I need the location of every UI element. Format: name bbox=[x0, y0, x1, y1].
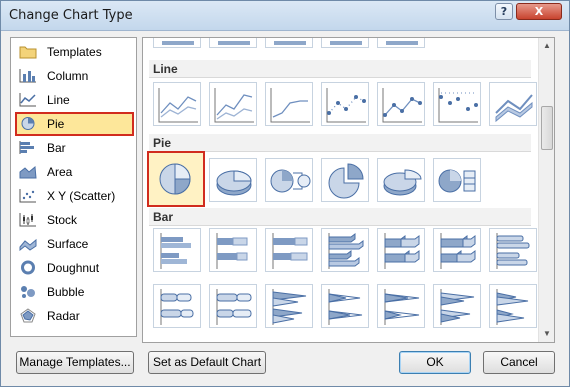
scroll-up-arrow-icon[interactable]: ▲ bbox=[539, 38, 554, 54]
pie-subtype-thumbnail[interactable] bbox=[377, 158, 425, 202]
title-bar: Change Chart Type ? X bbox=[1, 1, 569, 31]
category-area[interactable]: Area bbox=[15, 160, 134, 184]
radar-chart-icon bbox=[20, 308, 36, 323]
pie-chart-icon bbox=[21, 117, 35, 130]
chart-subtype-thumbnail[interactable] bbox=[265, 38, 313, 48]
chart-subtype-thumbnail[interactable] bbox=[321, 38, 369, 48]
category-line[interactable]: Line bbox=[15, 88, 134, 112]
cancel-button[interactable]: Cancel bbox=[483, 351, 555, 374]
scroll-down-arrow-icon[interactable]: ▼ bbox=[539, 326, 554, 342]
category-label: Pie bbox=[47, 117, 65, 131]
pie-subtype-thumbnail[interactable] bbox=[209, 158, 257, 202]
category-label: Templates bbox=[47, 45, 102, 59]
column-chart-icon bbox=[19, 69, 36, 83]
section-header-bar: Bar bbox=[149, 208, 531, 226]
help-button[interactable]: ? bbox=[495, 3, 513, 20]
surface-chart-icon bbox=[19, 238, 37, 251]
category-stock[interactable]: Stock bbox=[15, 208, 134, 232]
line-subtype-thumbnail[interactable] bbox=[209, 82, 257, 126]
scatter-chart-icon bbox=[19, 189, 36, 203]
category-column[interactable]: Column bbox=[15, 64, 134, 88]
ok-button[interactable]: OK bbox=[399, 351, 471, 374]
line-chart-icon bbox=[19, 93, 36, 107]
dialog-title: Change Chart Type bbox=[9, 8, 133, 23]
bar-subtype-thumbnail[interactable] bbox=[321, 284, 369, 328]
change-chart-type-dialog: Change Chart Type ? X Templates Column L… bbox=[0, 0, 570, 387]
line-subtype-thumbnail[interactable] bbox=[433, 82, 481, 126]
category-radar[interactable]: Radar bbox=[15, 304, 134, 328]
category-label: Column bbox=[47, 69, 89, 83]
category-label: Bar bbox=[47, 141, 66, 155]
category-label: Area bbox=[47, 165, 73, 179]
bar-subtype-thumbnail[interactable] bbox=[209, 228, 257, 272]
line-subtype-thumbnail[interactable] bbox=[153, 82, 201, 126]
stock-chart-icon bbox=[19, 213, 36, 227]
set-as-default-chart-button[interactable]: Set as Default Chart bbox=[148, 351, 266, 374]
scrollbar-thumb[interactable] bbox=[541, 106, 553, 150]
bar-subtype-thumbnail[interactable] bbox=[321, 228, 369, 272]
chart-subtype-thumbnail[interactable] bbox=[209, 38, 257, 48]
category-label: X Y (Scatter) bbox=[47, 189, 116, 203]
category-label: Bubble bbox=[47, 285, 85, 299]
bar-subtype-thumbnail[interactable] bbox=[377, 228, 425, 272]
category-label: Surface bbox=[47, 237, 89, 251]
doughnut-chart-icon bbox=[21, 260, 35, 275]
category-label: Stock bbox=[47, 213, 78, 227]
line-subtype-thumbnail[interactable] bbox=[377, 82, 425, 126]
category-surface[interactable]: Surface bbox=[15, 232, 134, 256]
gallery-scrollbar[interactable]: ▲ ▼ bbox=[538, 38, 554, 342]
category-label: Doughnut bbox=[47, 261, 100, 275]
section-header-pie: Pie bbox=[149, 134, 531, 152]
bar-subtype-thumbnail[interactable] bbox=[489, 228, 537, 272]
category-scatter[interactable]: X Y (Scatter) bbox=[15, 184, 134, 208]
category-label: Line bbox=[47, 93, 70, 107]
bar-subtype-thumbnail[interactable] bbox=[265, 228, 313, 272]
category-bar[interactable]: Bar bbox=[15, 136, 134, 160]
folder-icon bbox=[19, 46, 37, 59]
line-subtype-thumbnail[interactable] bbox=[265, 82, 313, 126]
close-button[interactable]: X bbox=[516, 3, 562, 20]
chart-category-list: Templates Column Line Pie Bar Area X Y (… bbox=[10, 37, 137, 337]
bar-chart-icon bbox=[19, 141, 34, 154]
bubble-chart-icon bbox=[21, 286, 35, 298]
bar-subtype-thumbnail[interactable] bbox=[489, 284, 537, 328]
bar-subtype-thumbnail[interactable] bbox=[265, 284, 313, 328]
line-subtype-thumbnail[interactable] bbox=[489, 82, 537, 126]
chart-subtype-thumbnail[interactable] bbox=[153, 38, 201, 48]
chart-subtype-gallery: Line Pie Bar ▲ ▼ bbox=[142, 37, 555, 343]
line-subtype-thumbnail[interactable] bbox=[321, 82, 369, 126]
bar-subtype-thumbnail[interactable] bbox=[377, 284, 425, 328]
category-bubble[interactable]: Bubble bbox=[15, 280, 134, 304]
bar-subtype-thumbnail[interactable] bbox=[153, 284, 201, 328]
area-chart-icon bbox=[19, 166, 37, 179]
bar-subtype-thumbnail[interactable] bbox=[209, 284, 257, 328]
category-doughnut[interactable]: Doughnut bbox=[15, 256, 134, 280]
manage-templates-button[interactable]: Manage Templates... bbox=[16, 351, 134, 374]
pie-subtype-thumbnail[interactable] bbox=[265, 158, 313, 202]
category-label: Radar bbox=[47, 309, 80, 323]
category-templates[interactable]: Templates bbox=[15, 40, 134, 64]
section-header-line: Line bbox=[149, 60, 531, 78]
pie-subtype-thumbnail-selected[interactable] bbox=[147, 151, 205, 207]
bar-subtype-thumbnail[interactable] bbox=[433, 228, 481, 272]
pie-subtype-thumbnail[interactable] bbox=[321, 158, 369, 202]
category-pie[interactable]: Pie bbox=[15, 112, 134, 136]
chart-subtype-thumbnail[interactable] bbox=[377, 38, 425, 48]
bar-subtype-thumbnail[interactable] bbox=[433, 284, 481, 328]
bar-subtype-thumbnail[interactable] bbox=[153, 228, 201, 272]
pie-subtype-thumbnail[interactable] bbox=[433, 158, 481, 202]
